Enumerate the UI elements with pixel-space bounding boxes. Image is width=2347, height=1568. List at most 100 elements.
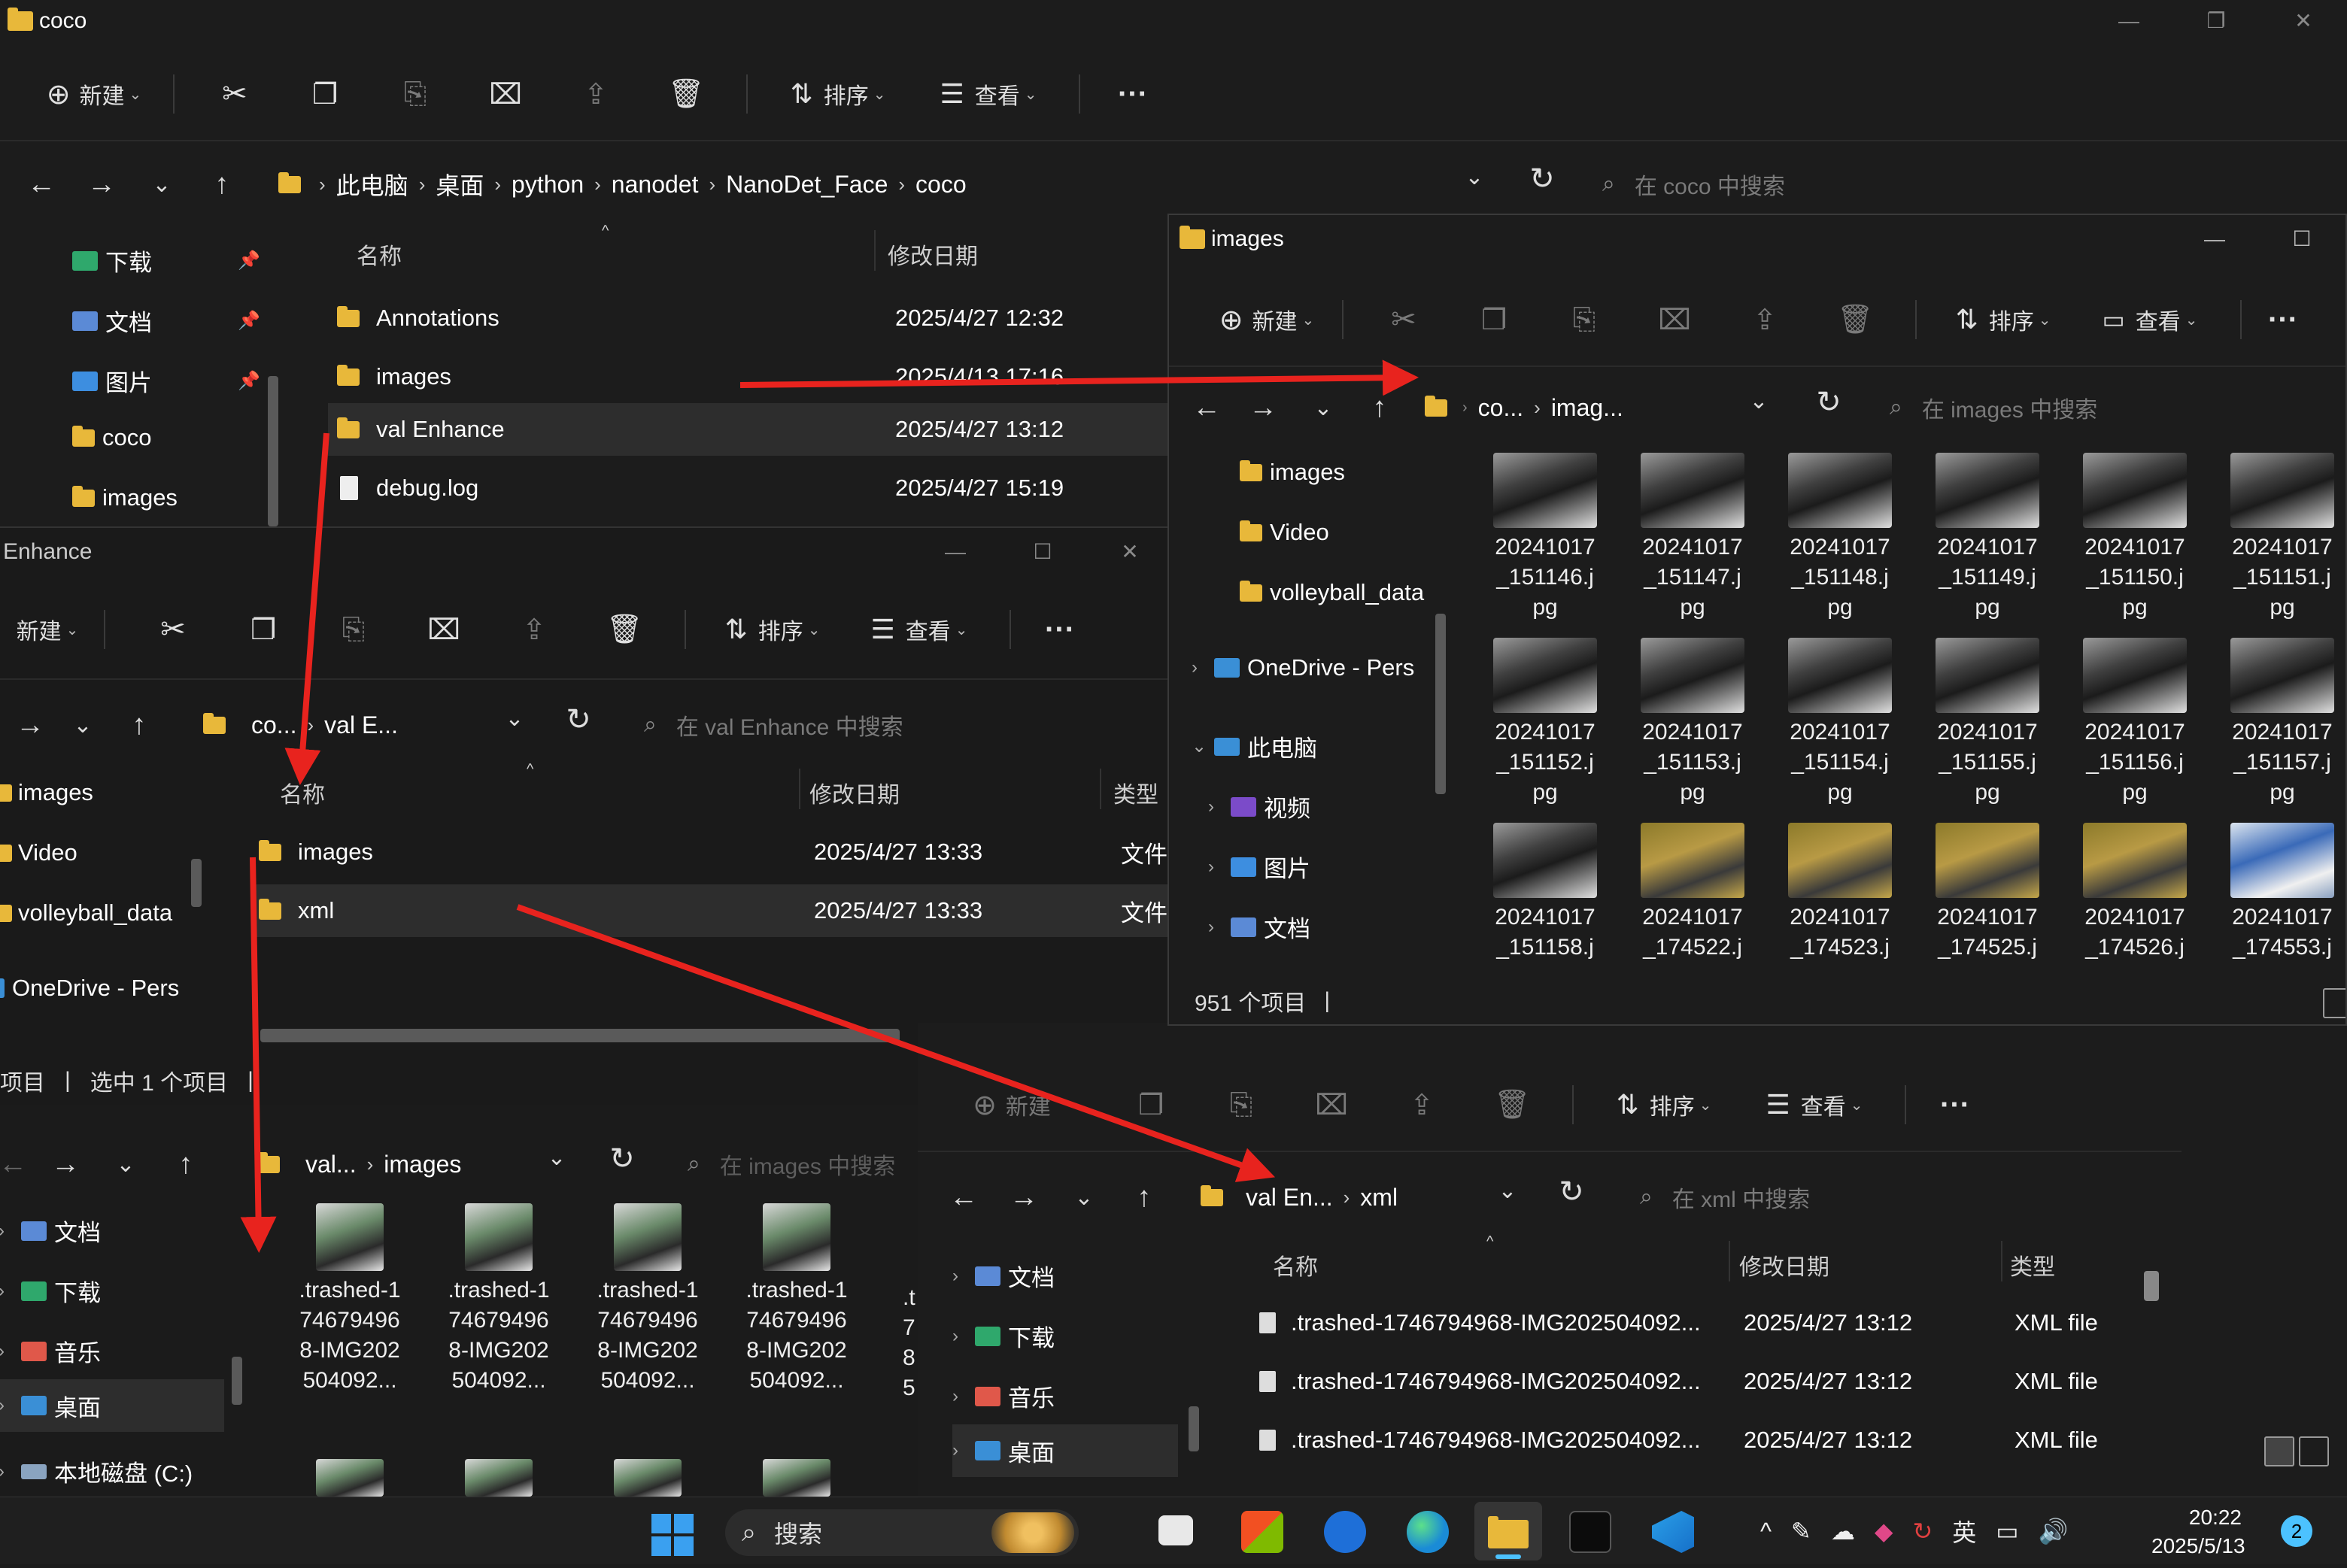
view-toggle[interactable] [2264, 1436, 2329, 1466]
cloud-icon[interactable]: ☁ [1831, 1517, 1855, 1545]
share-button[interactable]: ⇪ [1377, 1088, 1467, 1122]
delete-button[interactable]: 🗑 [579, 613, 669, 646]
nav-item-pictures[interactable]: 图片 📌 [72, 364, 260, 398]
back-button[interactable]: ← [937, 1181, 990, 1214]
rename-button[interactable]: ⌧ [1286, 1088, 1377, 1122]
copy-button[interactable]: ❐ [1449, 303, 1539, 337]
ime-indicator[interactable]: 英 [1952, 1514, 1976, 1548]
forward-button[interactable]: → [32, 1148, 99, 1181]
nav-item-volleyball[interactable]: volleyball_data [0, 899, 172, 927]
file-row[interactable]: debug.log 2025/4/27 15:19 [328, 462, 1170, 514]
forward-button[interactable]: → [8, 709, 53, 742]
nav-item-video[interactable]: Video [1240, 519, 1329, 546]
val-images-search-box[interactable]: ⌕ 在 images 中搜索 [688, 1142, 895, 1187]
minimize-button[interactable]: — [2171, 215, 2258, 263]
cut-button[interactable]: ✂ [1359, 302, 1449, 337]
new-button[interactable]: ⊕ 新建 [955, 1088, 1068, 1122]
recent-dropdown-button[interactable]: ⌄ [53, 712, 113, 739]
breadcrumb-item[interactable]: nanodet [612, 171, 699, 199]
breadcrumb-item[interactable]: val... [305, 1151, 357, 1178]
cut-button[interactable]: ✂ [190, 77, 280, 111]
file-row[interactable]: images 2025/4/27 13:33 文件 [251, 826, 1174, 878]
nav-scrollbar[interactable] [232, 1357, 242, 1405]
horizontal-scrollbar[interactable] [260, 1029, 900, 1042]
paste-button[interactable]: ⎘ [370, 78, 460, 111]
nav-item-local-disk[interactable]: ›本地磁盘 (C:) [0, 1454, 193, 1488]
nav-item-onedrive[interactable]: OneDrive - Pers [0, 975, 179, 1002]
breadcrumb-item[interactable]: xml [1360, 1184, 1398, 1212]
recent-dropdown-button[interactable]: ⌄ [1058, 1184, 1110, 1211]
nav-item-downloads[interactable]: ›下载 [0, 1274, 101, 1308]
address-dropdown-icon[interactable]: ⌄ [499, 705, 530, 732]
enhance-search-box[interactable]: ⌕ 在 val Enhance 中搜索 [644, 702, 903, 748]
recent-dropdown-button[interactable]: ⌄ [1297, 395, 1350, 421]
view-button[interactable]: ☰ 查看 ⌄ [844, 613, 994, 646]
nav-item-volleyball[interactable]: volleyball_data [1240, 579, 1424, 606]
up-button[interactable]: ↑ [1110, 1181, 1178, 1214]
up-button[interactable]: ↑ [113, 709, 165, 742]
taskbar-search-box[interactable]: ⌕ 搜索 [725, 1509, 1079, 1556]
address-dropdown-icon[interactable]: ⌄ [1459, 164, 1489, 190]
thumbnail[interactable]: 20241017 _151147.j pg [1625, 453, 1760, 623]
breadcrumb-item[interactable]: imag... [1551, 394, 1623, 422]
delete-button[interactable]: 🗑 [1467, 1088, 1557, 1121]
view-button[interactable]: ▭ 查看 ⌄ [2075, 303, 2225, 336]
thumbnail[interactable]: 20241017 _174523.j [1772, 823, 1908, 963]
new-button[interactable]: 新建 ⌄ [6, 613, 89, 646]
back-button[interactable]: ← [0, 1148, 32, 1181]
rename-button[interactable]: ⌧ [399, 613, 489, 647]
clock[interactable]: 20:22 2025/5/13 [2151, 1503, 2245, 1560]
sort-button[interactable]: ⇅ 排序 ⌄ [763, 77, 913, 111]
address-dropdown-icon[interactable]: ⌄ [1744, 388, 1774, 414]
thumbnail[interactable]: 20241017 _174522.j [1625, 823, 1760, 963]
nav-item-music[interactable]: ›音乐 [0, 1334, 101, 1368]
thumbnail[interactable]: 20241017 _174525.j [1920, 823, 2055, 963]
thumbnail[interactable]: 20241017 _151155.j pg [1920, 638, 2055, 808]
thumbnail[interactable]: 20241017 _151152.j pg [1477, 638, 1613, 808]
column-header-name[interactable]: 名称 [1273, 1248, 1318, 1281]
minimize-button[interactable]: — [2085, 0, 2172, 42]
sync-icon[interactable]: ↻ [1912, 1517, 1933, 1545]
nav-item-onedrive[interactable]: › OneDrive - Pers [1192, 654, 1414, 681]
file-explorer-active[interactable] [1474, 1502, 1542, 1560]
details-view-icon[interactable] [2323, 988, 2345, 1018]
thumbnail[interactable]: 20241017 _151158.j [1477, 823, 1613, 963]
paste-button[interactable]: ⎘ [1196, 1089, 1286, 1121]
back-button[interactable]: ← [1184, 392, 1229, 424]
breadcrumb-item[interactable]: co... [1478, 394, 1523, 422]
file-row[interactable]: .trashed-1746794968-IMG202504092... 2025… [1252, 1297, 2154, 1349]
maximize-button[interactable]: ☐ [2258, 215, 2345, 263]
close-button[interactable]: ✕ [1086, 528, 1174, 576]
file-row[interactable]: Annotations 2025/4/27 12:32 [328, 292, 1170, 344]
file-row-selected[interactable]: xml 2025/4/27 13:33 文件 [251, 884, 1174, 937]
close-button[interactable]: ✕ [2260, 0, 2347, 42]
thumbnail[interactable]: .trashed-1 74679496 8-IMG202 504092... [584, 1203, 712, 1396]
copy-button[interactable]: ❐ [218, 613, 308, 647]
delete-button[interactable]: 🗑 [641, 77, 731, 111]
thumbnail[interactable]: 20241017 _151157.j pg [2215, 638, 2345, 808]
refresh-button[interactable]: ↻ [1810, 385, 1848, 420]
new-button[interactable]: ⊕ 新建 ⌄ [30, 77, 158, 111]
breadcrumb[interactable]: val... › images [257, 1151, 461, 1178]
details-view-icon[interactable] [2264, 1436, 2294, 1466]
nav-scrollbar[interactable] [1435, 614, 1446, 794]
view-button[interactable]: ☰ 查看 ⌄ [1739, 1088, 1890, 1121]
delete-button[interactable]: 🗑 [1810, 303, 1900, 336]
paste-button[interactable]: ⎘ [308, 614, 399, 646]
forward-button[interactable]: → [990, 1181, 1058, 1214]
thumbnail[interactable]: .trashed-1 74679496 8-IMG202 504092... [286, 1203, 414, 1396]
new-button[interactable]: ⊕ 新建 ⌄ [1207, 303, 1327, 337]
more-button[interactable]: ··· [1095, 77, 1170, 111]
maximize-button[interactable]: ☐ [999, 528, 1086, 576]
paste-button[interactable]: ⎘ [1539, 304, 1629, 336]
thumbnail[interactable]: 20241017 _174526.j [2067, 823, 2203, 963]
tiles-view-icon[interactable] [2299, 1436, 2329, 1466]
terminal-icon[interactable] [1569, 1511, 1611, 1553]
breadcrumb[interactable]: co... › val E... [203, 711, 398, 739]
share-button[interactable]: ⇪ [551, 77, 641, 111]
breadcrumb-item[interactable]: images [384, 1151, 461, 1178]
app-tray-icon[interactable]: ◆ [1875, 1517, 1893, 1545]
nav-scrollbar[interactable] [1189, 1406, 1199, 1451]
list-scrollbar[interactable] [2144, 1271, 2159, 1301]
nav-item-documents[interactable]: ›文档 [1208, 910, 1310, 944]
